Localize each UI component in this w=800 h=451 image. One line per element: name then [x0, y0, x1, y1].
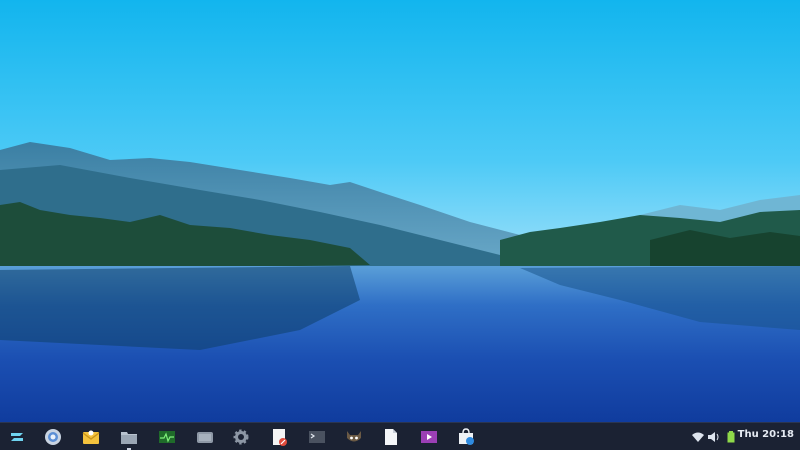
- web-browser-launcher[interactable]: [42, 427, 64, 447]
- gimp-launcher[interactable]: [343, 427, 365, 447]
- battery-button[interactable]: [724, 430, 738, 444]
- video-player-launcher[interactable]: [418, 427, 440, 447]
- file-manager-icon: [121, 432, 137, 444]
- software-store-icon: [459, 428, 474, 445]
- desktop-wallpaper: [0, 0, 800, 422]
- system-monitor-icon: [159, 431, 175, 443]
- settings-launcher[interactable]: [230, 427, 252, 447]
- settings-icon: [233, 429, 249, 445]
- zorin-menu-button[interactable]: [6, 427, 28, 447]
- screenshot-icon: [197, 432, 213, 443]
- video-player-icon: [421, 431, 437, 443]
- wifi-button[interactable]: [691, 430, 705, 444]
- web-browser-icon: [45, 429, 61, 445]
- terminal-icon: [309, 431, 325, 443]
- software-store-launcher[interactable]: [455, 427, 477, 447]
- file-manager-launcher[interactable]: [118, 427, 140, 450]
- wifi-icon: [692, 432, 704, 442]
- taskbar: Thu 20:18: [0, 422, 800, 450]
- battery-icon: [727, 431, 735, 443]
- text-editor-icon: [273, 429, 287, 446]
- volume-button[interactable]: [707, 430, 721, 444]
- wallpaper-landscape: [0, 0, 800, 422]
- zorin-menu-icon: [11, 433, 23, 441]
- volume-icon: [708, 432, 719, 442]
- clock[interactable]: Thu 20:18: [738, 429, 794, 440]
- mail-launcher[interactable]: [80, 427, 102, 447]
- text-editor-launcher[interactable]: [268, 427, 290, 447]
- document-icon: [385, 429, 397, 445]
- mail-icon: [82, 430, 100, 444]
- document-launcher[interactable]: [380, 427, 402, 447]
- system-monitor-launcher[interactable]: [156, 427, 178, 447]
- screenshot-launcher[interactable]: [194, 427, 216, 447]
- gimp-icon: [347, 431, 361, 442]
- terminal-launcher[interactable]: [306, 427, 328, 447]
- system-tray: Thu 20:18: [680, 423, 800, 451]
